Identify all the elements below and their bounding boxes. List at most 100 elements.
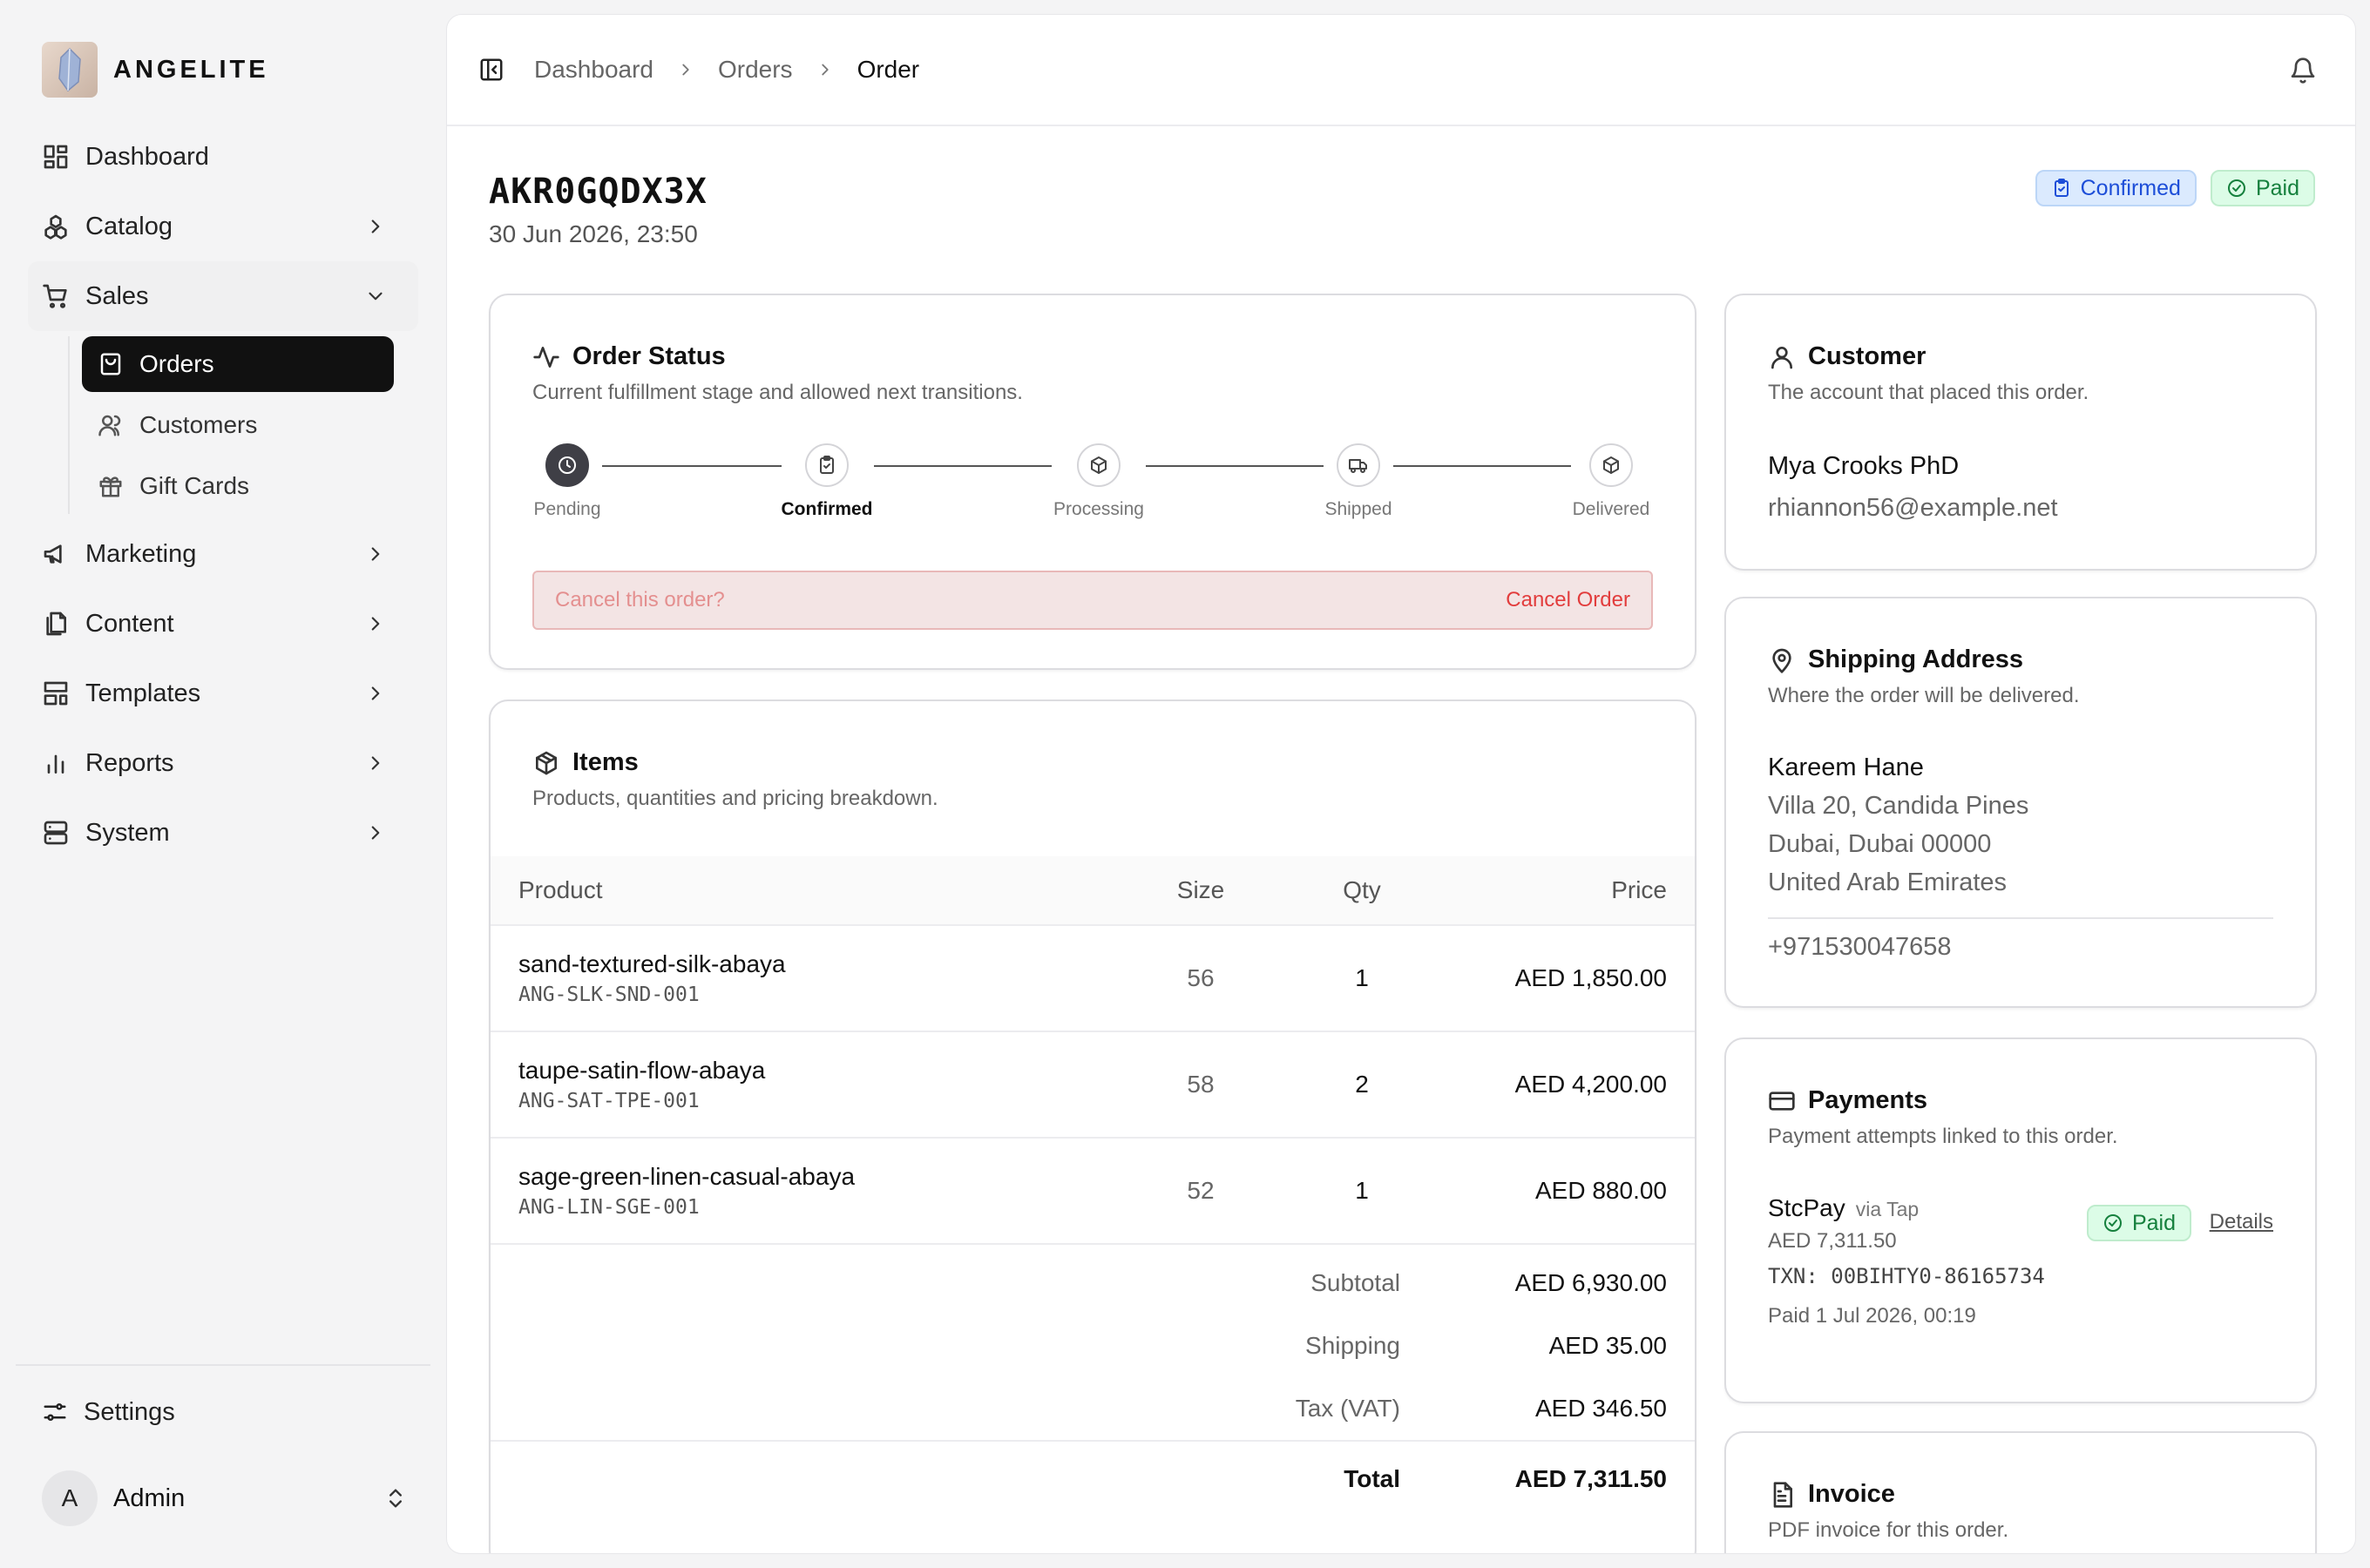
items-table: Product Size Qty Price sand-textured-sil… [491, 856, 1695, 1517]
chevron-down-icon [369, 292, 383, 301]
brand[interactable]: ANGELITE [42, 42, 269, 98]
address-line2: Dubai, Dubai 00000 [1768, 830, 1992, 858]
brand-logo [42, 42, 98, 98]
price-cell: AED 1,850.00 [1514, 964, 1667, 991]
product-cell: sage-green-linen-casual-abaya ANG-LIN-SG… [491, 1163, 1100, 1219]
summary-spacer [491, 1245, 1695, 1252]
nav-customers-label: Customers [139, 411, 258, 438]
customer-card: Customer The account that placed this or… [1724, 294, 2317, 571]
payment-details-link[interactable]: Details [2210, 1210, 2273, 1234]
nav-catalog[interactable]: Catalog [28, 192, 418, 261]
product-name: sage-green-linen-casual-abaya [518, 1163, 856, 1190]
nav-system[interactable]: System [28, 798, 418, 868]
payment-badge-label: Paid [2255, 175, 2299, 200]
nav-customers[interactable]: Customers [82, 397, 394, 453]
nav-catalog-label: Catalog [85, 212, 173, 240]
items-subtitle: Products, quantities and pricing breakdo… [532, 787, 938, 810]
sidebar-toggle-icon[interactable] [478, 57, 504, 83]
step-delivered[interactable]: Delivered [1550, 443, 1672, 520]
shipping-heading: Shipping Address [1768, 645, 2023, 674]
topbar: Dashboard Orders Order [447, 15, 2355, 126]
step-processing-label: Processing [1053, 499, 1144, 519]
server-icon [44, 821, 68, 845]
product-cell: sand-textured-silk-abaya ANG-SLK-SND-001 [491, 950, 1100, 1006]
nav-settings[interactable]: Settings [42, 1389, 175, 1436]
step-shipped[interactable]: Shipped [1297, 443, 1419, 520]
nav-dashboard-label: Dashboard [85, 142, 209, 171]
col-product: Product [518, 876, 603, 903]
nav-marketing[interactable]: Marketing [28, 519, 418, 589]
nav-dashboard[interactable]: Dashboard [28, 122, 418, 192]
order-badges: Confirmed Paid [2035, 170, 2315, 206]
chevron-right-icon [371, 617, 380, 631]
bell-icon[interactable] [2289, 57, 2317, 84]
nav-marketing-label: Marketing [85, 539, 197, 568]
total-label: Total [1344, 1465, 1400, 1492]
breadcrumb-dashboard[interactable]: Dashboard [534, 56, 653, 84]
credit-card-icon [1769, 1091, 1795, 1111]
bar-chart-icon [47, 754, 64, 774]
customer-heading: Customer [1768, 342, 1926, 371]
nav-reports-label: Reports [85, 748, 174, 777]
shipping-row: Shipping AED 35.00 [491, 1315, 1695, 1377]
user-menu[interactable]: A Admin [42, 1470, 408, 1526]
items-heading: Items [532, 748, 639, 777]
shopping-bag-icon [100, 353, 121, 375]
qty-cell: 1 [1355, 1177, 1369, 1204]
cancel-order-prompt: Cancel this order? [555, 588, 725, 612]
package-check-icon [1589, 443, 1633, 487]
size-cell: 58 [1187, 1071, 1215, 1098]
customer-name[interactable]: Mya Crooks PhD [1768, 452, 1959, 481]
chevron-right-icon [682, 64, 689, 76]
nav-gift-cards[interactable]: Gift Cards [82, 458, 394, 514]
total-value: AED 7,311.50 [1514, 1465, 1667, 1492]
customer-email[interactable]: rhiannon56@example.net [1768, 494, 2058, 523]
clipboard-check-icon [805, 443, 849, 487]
payments-heading: Payments [1768, 1086, 1927, 1115]
order-status-card: Order Status Current fulfillment stage a… [489, 294, 1696, 670]
table-row[interactable]: taupe-satin-flow-abaya ANG-SAT-TPE-001 5… [491, 1032, 1695, 1139]
customer-title: Customer [1808, 342, 1926, 370]
breadcrumb-orders[interactable]: Orders [718, 56, 793, 84]
check-circle-icon [2227, 179, 2245, 197]
map-pin-icon [1772, 648, 1791, 673]
nav-content-label: Content [85, 609, 174, 638]
user-name: Admin [113, 1484, 186, 1512]
clipboard-check-icon [2054, 179, 2069, 197]
table-row[interactable]: sand-textured-silk-abaya ANG-SLK-SND-001… [491, 926, 1695, 1032]
invoice-card: Invoice PDF invoice for this order. [1724, 1431, 2317, 1553]
package-icon [536, 751, 557, 774]
payment-amount: AED 7,311.50 [1768, 1229, 1897, 1253]
nav-sales[interactable]: Sales [28, 261, 418, 331]
chevron-right-icon [371, 756, 380, 770]
nav-content[interactable]: Content [28, 589, 418, 659]
nav-templates[interactable]: Templates [28, 659, 418, 728]
sliders-icon [44, 1403, 66, 1421]
catalog-icon [44, 214, 67, 240]
user-icon [1771, 346, 1792, 368]
step-connector [874, 465, 1052, 467]
nav-gift-cards-label: Gift Cards [139, 472, 250, 499]
cancel-order-bar: Cancel this order? Cancel Order [532, 571, 1653, 630]
subtotal-label: Subtotal [1310, 1269, 1400, 1296]
nav-orders[interactable]: Orders [82, 336, 394, 392]
cancel-order-button[interactable]: Cancel Order [1506, 588, 1630, 612]
nav-settings-label: Settings [84, 1397, 175, 1426]
sidebar-divider [16, 1364, 430, 1366]
shipping-label: Shipping [1305, 1332, 1400, 1359]
step-processing[interactable]: Processing [1038, 443, 1160, 520]
table-row[interactable]: sage-green-linen-casual-abaya ANG-LIN-SG… [491, 1139, 1695, 1245]
nav-reports[interactable]: Reports [28, 728, 418, 798]
price-cell: AED 4,200.00 [1514, 1071, 1667, 1098]
col-price: Price [1611, 876, 1667, 903]
breadcrumb-order: Order [857, 56, 920, 83]
users-icon [98, 415, 121, 436]
address-divider [1768, 917, 2273, 919]
nav-templates-label: Templates [85, 679, 201, 707]
nav-system-label: System [85, 818, 170, 847]
size-cell: 56 [1187, 964, 1215, 991]
qty-cell: 1 [1355, 964, 1369, 991]
check-circle-icon [2103, 1214, 2122, 1232]
main-panel: Dashboard Orders Order AKR0GQDX3X 30 Jun… [446, 14, 2356, 1554]
step-shipped-label: Shipped [1324, 499, 1392, 519]
